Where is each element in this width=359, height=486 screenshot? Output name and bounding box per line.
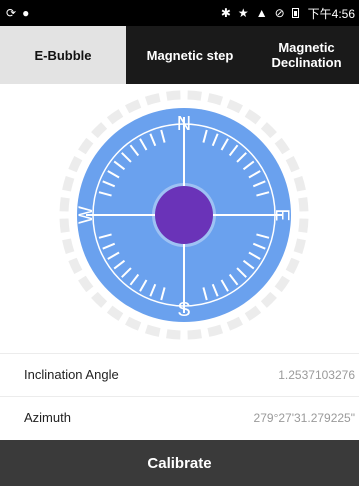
outer-ring-segment	[285, 156, 300, 173]
tab-magnetic-declination[interactable]: Magnetic Declination	[254, 26, 359, 84]
outer-ring-segment	[125, 316, 142, 331]
status-time: 下午4:56	[307, 6, 355, 21]
tab-bar: E-Bubble Magnetic step Magnetic Declinat…	[0, 26, 359, 84]
outer-ring-segment	[68, 156, 83, 173]
outer-ring-segment	[106, 109, 124, 125]
compass-area: N S E W	[0, 84, 359, 352]
outer-ring-segment	[226, 316, 243, 331]
outer-ring-segment	[59, 218, 70, 233]
tab-magnetic-step[interactable]: Magnetic step	[126, 26, 254, 84]
azimuth-label: Azimuth	[24, 410, 71, 425]
outer-ring-segment	[125, 99, 142, 114]
outer-ring-segment	[106, 305, 124, 321]
outer-ring-segment	[68, 257, 83, 274]
outer-ring-segment	[274, 275, 290, 293]
outer-ring-segment	[207, 93, 224, 106]
level-bubble	[155, 186, 213, 244]
outer-ring-segment	[293, 238, 306, 255]
outer-ring-segment	[78, 275, 94, 293]
calibrate-button[interactable]: Calibrate	[0, 440, 359, 486]
compass-south-label: S	[177, 299, 190, 321]
outer-ring-segment	[62, 238, 75, 255]
outer-ring-segment	[166, 329, 181, 340]
outer-ring-segment	[298, 197, 309, 212]
status-left-icons: ⟳ ●	[6, 7, 29, 19]
azimuth-value: 279°27'31.279225"	[253, 410, 355, 425]
outer-ring-segment	[274, 137, 290, 155]
outer-ring-segment	[91, 122, 108, 139]
battery-icon	[291, 8, 299, 18]
bluetooth-icon: ✱	[220, 6, 231, 20]
inclination-value: 1.2537103276	[278, 367, 355, 382]
outer-ring-segment	[187, 90, 202, 101]
outer-ring-segment	[59, 197, 70, 212]
inclination-row: Inclination Angle 1.2537103276	[0, 353, 359, 395]
status-right-icons: ✱ ★ ▲ ⊘ 下午4:56	[221, 5, 355, 22]
compass-east-label: E	[271, 209, 292, 222]
signal-icon: ▲	[255, 6, 268, 20]
sync-icon: ⟳	[6, 6, 17, 20]
outer-ring-segment	[91, 291, 108, 308]
status-bar: ⟳ ● ✱ ★ ▲ ⊘ 下午4:56	[0, 0, 359, 26]
outer-ring-segment	[244, 305, 262, 321]
compass-svg: N S E W	[59, 90, 309, 340]
outer-ring-segment	[144, 324, 161, 337]
tab-e-bubble[interactable]: E-Bubble	[0, 26, 126, 84]
outer-ring-segment	[285, 257, 300, 274]
outer-ring-segment	[144, 93, 161, 106]
azimuth-row: Azimuth 279°27'31.279225"	[0, 396, 359, 438]
inclination-label: Inclination Angle	[24, 367, 119, 382]
outer-ring-segment	[260, 291, 277, 308]
mute-icon: ⊘	[274, 6, 285, 20]
compass-north-label: N	[177, 113, 191, 135]
outer-ring-segment	[207, 324, 224, 337]
star-icon: ★	[237, 6, 249, 20]
outer-ring-segment	[244, 109, 262, 125]
outer-ring-segment	[78, 137, 94, 155]
compass-west-label: W	[76, 206, 97, 224]
outer-ring-segment	[293, 175, 306, 192]
outer-ring-segment	[260, 122, 277, 139]
outer-ring-segment	[226, 99, 243, 114]
outer-ring-segment	[298, 218, 309, 233]
outer-ring-segment	[187, 329, 202, 340]
outer-ring-segment	[166, 90, 181, 101]
outer-ring-segment	[62, 175, 75, 192]
location-icon: ●	[22, 6, 30, 20]
